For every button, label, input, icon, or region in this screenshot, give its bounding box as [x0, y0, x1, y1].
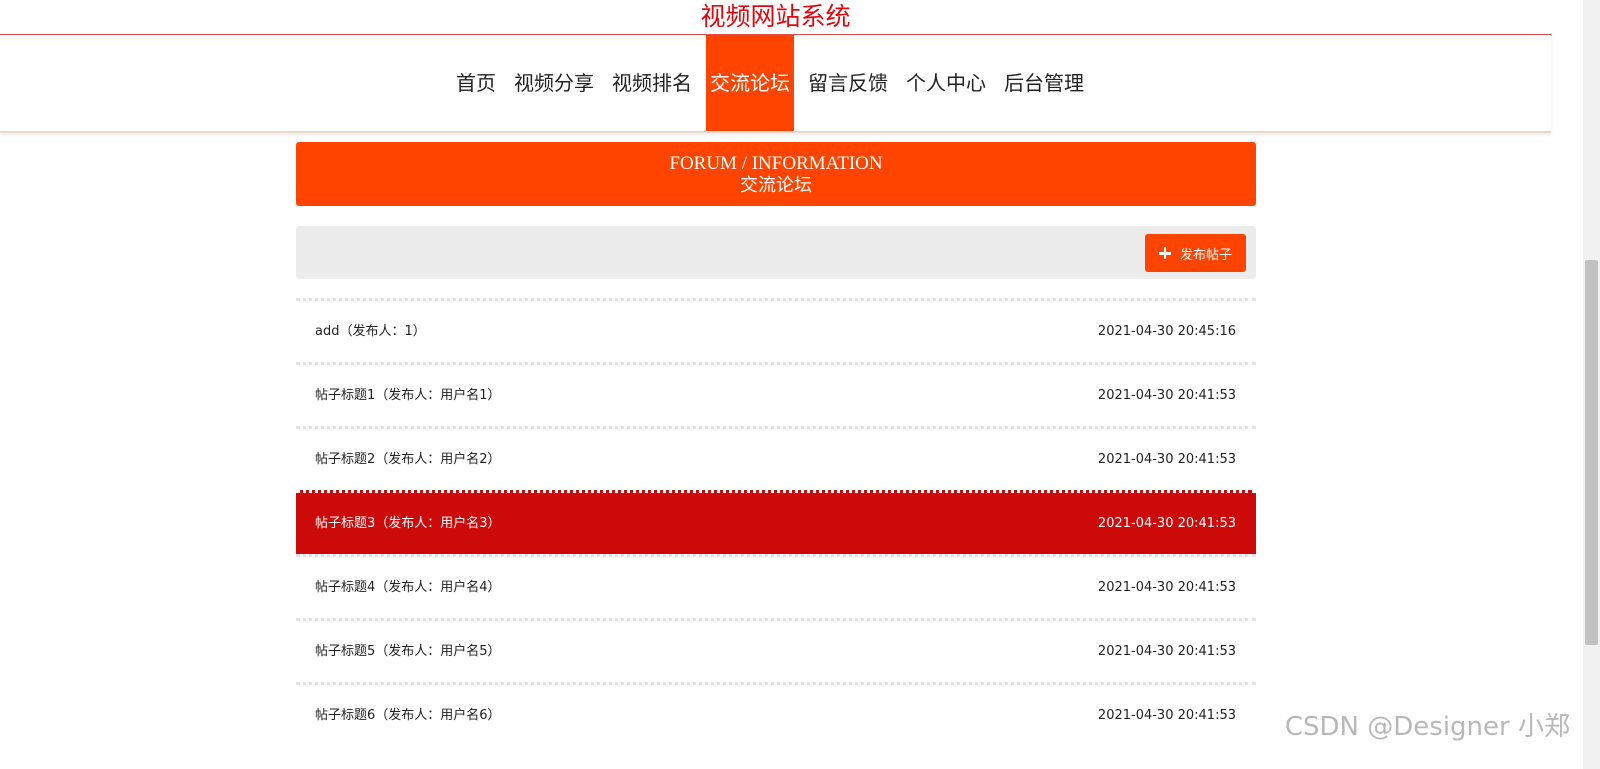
post-time: 2021-04-30 20:41:53: [1097, 452, 1236, 467]
site-title: 视频网站系统: [0, 0, 1551, 35]
post-row[interactable]: 帖子标题6（发布人：用户名6） 2021-04-30 20:41:53: [296, 682, 1256, 746]
post-row[interactable]: 帖子标题2（发布人：用户名2） 2021-04-30 20:41:53: [296, 426, 1256, 490]
post-time: 2021-04-30 20:41:53: [1097, 644, 1236, 659]
scrollbar-thumb[interactable]: [1585, 260, 1598, 645]
forum-toolbar: 发布帖子: [296, 226, 1256, 279]
post-time: 2021-04-30 20:45:16: [1097, 324, 1236, 339]
banner-title-cn: 交流论坛: [740, 175, 812, 196]
post-title: add（发布人：1）: [315, 324, 426, 339]
watermark: CSDN @Designer 小郑: [1284, 712, 1570, 742]
page: 视频网站系统 首页 视频分享 视频排名 交流论坛 留言反馈 个人中心 后台管理 …: [0, 0, 1600, 769]
forum-banner: FORUM / INFORMATION 交流论坛: [296, 142, 1256, 206]
nav-item-feedback[interactable]: 留言反馈: [804, 35, 892, 131]
post-title: 帖子标题6（发布人：用户名6）: [315, 708, 501, 723]
nav-item-video-share[interactable]: 视频分享: [510, 35, 598, 131]
banner-title-en: FORUM / INFORMATION: [669, 153, 883, 174]
post-time: 2021-04-30 20:41:53: [1097, 516, 1236, 531]
main-nav: 首页 视频分享 视频排名 交流论坛 留言反馈 个人中心 后台管理: [0, 35, 1551, 133]
nav-item-personal-center[interactable]: 个人中心: [902, 35, 990, 131]
post-time: 2021-04-30 20:41:53: [1097, 708, 1236, 723]
post-title: 帖子标题3（发布人：用户名3）: [315, 516, 501, 531]
post-row[interactable]: 帖子标题4（发布人：用户名4） 2021-04-30 20:41:53: [296, 554, 1256, 618]
plus-icon: [1158, 247, 1171, 259]
post-title: 帖子标题2（发布人：用户名2）: [315, 452, 501, 467]
post-time: 2021-04-30 20:41:53: [1097, 388, 1236, 403]
vertical-scrollbar[interactable]: [1583, 0, 1600, 769]
post-list: add（发布人：1） 2021-04-30 20:45:16 帖子标题1（发布人…: [296, 298, 1256, 746]
post-time: 2021-04-30 20:41:53: [1097, 580, 1236, 595]
post-title: 帖子标题1（发布人：用户名1）: [315, 388, 501, 403]
publish-post-label: 发布帖子: [1179, 247, 1232, 263]
nav-items: 首页 视频分享 视频排名 交流论坛 留言反馈 个人中心 后台管理: [452, 35, 1098, 131]
nav-item-forum[interactable]: 交流论坛: [706, 35, 794, 131]
nav-item-video-ranking[interactable]: 视频排名: [608, 35, 696, 131]
publish-post-button[interactable]: 发布帖子: [1144, 234, 1246, 272]
post-row[interactable]: 帖子标题5（发布人：用户名5） 2021-04-30 20:41:53: [296, 618, 1256, 682]
post-row[interactable]: add（发布人：1） 2021-04-30 20:45:16: [296, 298, 1256, 362]
post-title: 帖子标题5（发布人：用户名5）: [315, 644, 501, 659]
post-row-highlighted[interactable]: 帖子标题3（发布人：用户名3） 2021-04-30 20:41:53: [296, 490, 1256, 554]
nav-item-home[interactable]: 首页: [452, 35, 500, 131]
nav-item-admin[interactable]: 后台管理: [1000, 35, 1088, 131]
post-title: 帖子标题4（发布人：用户名4）: [315, 580, 501, 595]
post-row[interactable]: 帖子标题1（发布人：用户名1） 2021-04-30 20:41:53: [296, 362, 1256, 426]
